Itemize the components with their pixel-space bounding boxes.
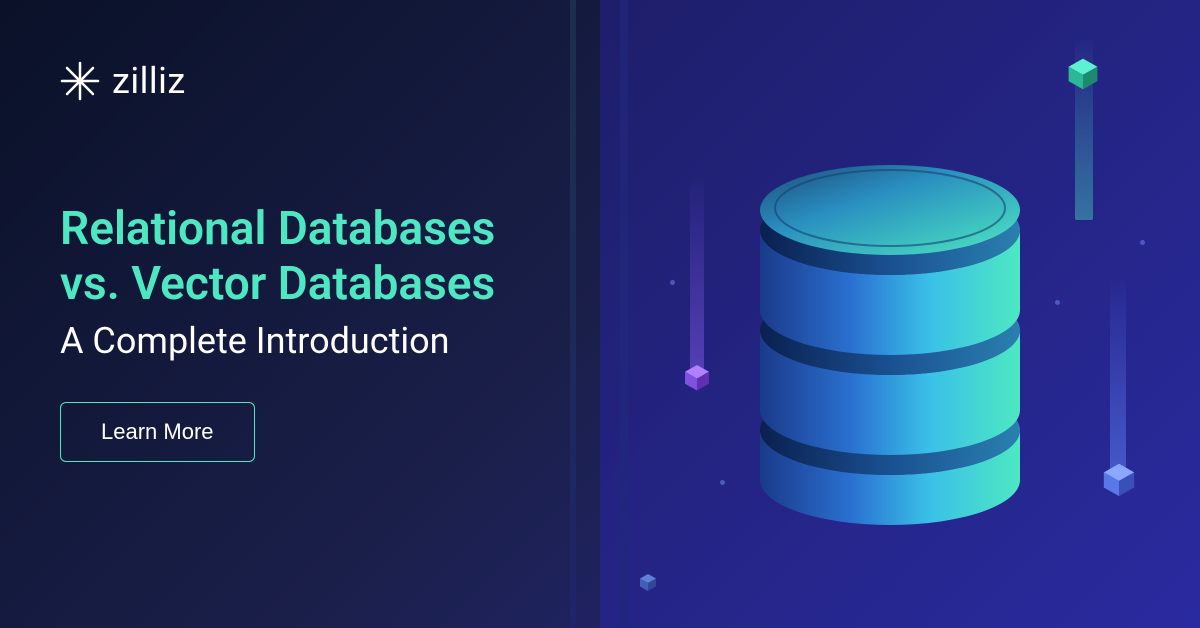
illustration-panel: [600, 0, 1200, 628]
content-panel: zilliz Relational Databases vs. Vector D…: [0, 0, 600, 628]
cube-icon: [638, 572, 658, 592]
particle-dot: [1055, 300, 1060, 305]
divider-line: [620, 0, 628, 628]
light-beam: [690, 180, 704, 380]
cube-icon: [1065, 55, 1101, 91]
headline-line-1: Relational Databases: [60, 202, 495, 256]
particle-dot: [1140, 240, 1145, 245]
headline-line-2: vs. Vector Databases: [60, 257, 495, 311]
hero-subheadline: A Complete Introduction: [60, 320, 560, 362]
cube-icon: [1100, 460, 1138, 498]
light-beam: [1110, 280, 1126, 480]
brand-name: zilliz: [112, 60, 186, 102]
learn-more-button[interactable]: Learn More: [60, 402, 255, 462]
particle-dot: [670, 280, 675, 285]
database-icon: [740, 150, 1040, 530]
cube-icon: [682, 362, 712, 392]
brand-logo: zilliz: [60, 60, 560, 102]
particle-dot: [720, 480, 725, 485]
hero-headline: Relational Databases vs. Vector Database…: [60, 202, 560, 312]
zilliz-starburst-icon: [60, 61, 100, 101]
hero-banner: zilliz Relational Databases vs. Vector D…: [0, 0, 1200, 628]
